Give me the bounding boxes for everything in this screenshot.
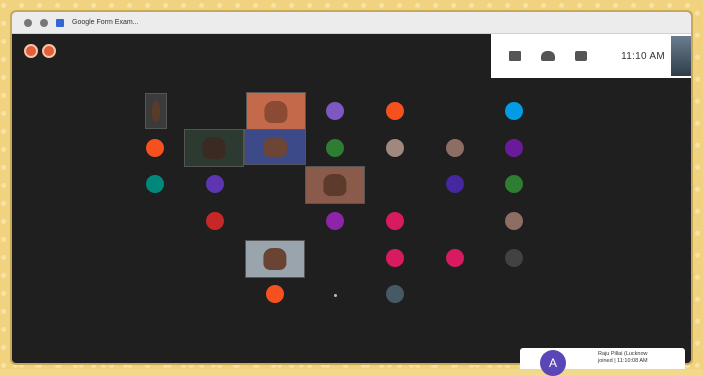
participant-avatar[interactable] [386, 285, 404, 303]
browser-toolbar: Google Form Exam... [12, 12, 691, 34]
notification-text: Raju Pillai (Lucknow joined | 11:10:08 A… [598, 351, 648, 365]
participant-avatar[interactable] [505, 139, 523, 157]
participant-avatar[interactable] [446, 249, 464, 267]
join-notification[interactable]: A Raju Pillai (Lucknow joined | 11:10:08… [520, 348, 685, 376]
participant-avatar[interactable] [446, 139, 464, 157]
meeting-controls-panel: 11:10 AM [491, 34, 691, 78]
participant-avatar[interactable] [446, 175, 464, 193]
tab-title[interactable]: Google Form Exam... [72, 19, 139, 26]
participant-video-tile[interactable] [245, 240, 305, 278]
participant-avatar[interactable] [386, 102, 404, 120]
participant-avatar[interactable] [505, 212, 523, 230]
people-icon[interactable] [541, 51, 555, 61]
participant-avatar[interactable] [386, 139, 404, 157]
participant-avatar[interactable] [386, 212, 404, 230]
participant-video-tile[interactable] [145, 93, 167, 129]
participant-video-tile[interactable] [244, 129, 306, 165]
participant-avatar[interactable] [206, 175, 224, 193]
camera-toggle-button[interactable] [42, 44, 56, 58]
meet-top-bar: 11:10 AM [12, 34, 691, 78]
notification-line-1: Raju Pillai (Lucknow [598, 351, 648, 357]
participant-avatar[interactable] [505, 175, 523, 193]
participant-avatar[interactable] [505, 249, 523, 267]
reload-icon[interactable] [40, 18, 48, 27]
back-icon[interactable] [24, 18, 32, 27]
participant-avatar[interactable] [505, 102, 523, 120]
participant-avatar[interactable] [266, 285, 284, 303]
notification-line-2: joined | 11:10:08 AM [598, 358, 648, 364]
self-view-thumbnail[interactable] [671, 36, 691, 76]
notification-avatar: A [540, 350, 566, 376]
leave-controls [24, 44, 56, 58]
participant-avatar[interactable] [326, 212, 344, 230]
participant-avatar[interactable] [326, 139, 344, 157]
participant-avatar[interactable] [386, 249, 404, 267]
participant-video-tile[interactable] [246, 92, 306, 132]
tab-favicon-icon [56, 18, 64, 27]
chat-icon[interactable] [575, 51, 587, 61]
meeting-clock: 11:10 AM [621, 50, 665, 62]
participant-avatar[interactable] [326, 102, 344, 120]
participant-video-tile[interactable] [184, 129, 244, 167]
meet-window: Google Form Exam... 11:10 AM [12, 12, 691, 363]
participant-video-tile[interactable] [305, 166, 365, 204]
indicator-dot [334, 294, 337, 297]
participant-avatar[interactable] [206, 212, 224, 230]
grid-icon[interactable] [509, 51, 521, 61]
participant-avatar[interactable] [146, 139, 164, 157]
participant-avatar[interactable] [146, 175, 164, 193]
mic-toggle-button[interactable] [24, 44, 38, 58]
